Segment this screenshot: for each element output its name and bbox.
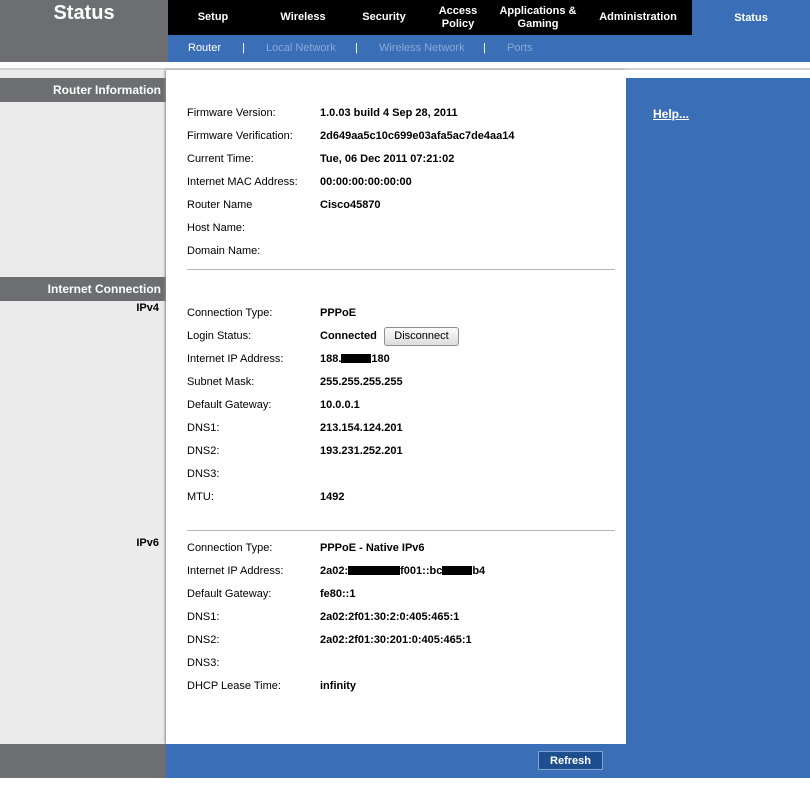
sub-nav: Router | Local Network | Wireless Networ… bbox=[168, 35, 692, 62]
label-ipv4: IPv4 bbox=[136, 302, 159, 314]
redaction-bar bbox=[442, 566, 473, 575]
ipv6-dns2-label: DNS2: bbox=[187, 634, 220, 646]
firmware-version-value: 1.0.03 build 4 Sep 28, 2011 bbox=[320, 107, 458, 119]
ipv6-ip-value: 2a02: f001::bc b4 bbox=[320, 565, 485, 577]
ipv4-dns2-label: DNS2: bbox=[187, 445, 220, 457]
nav-access-policy[interactable]: Access Policy bbox=[422, 0, 494, 35]
subnav-separator: | bbox=[242, 42, 245, 54]
mtu-label: MTU: bbox=[187, 491, 214, 503]
ipv4-connection-type-label: Connection Type: bbox=[187, 307, 273, 319]
ipv6-gateway-label: Default Gateway: bbox=[187, 588, 272, 600]
label-ipv6: IPv6 bbox=[136, 537, 159, 549]
firmware-version-label: Firmware Version: bbox=[187, 107, 276, 119]
help-link[interactable]: Help... bbox=[653, 107, 689, 121]
nav-status[interactable]: Status bbox=[692, 0, 810, 62]
subnav-separator: | bbox=[483, 42, 486, 54]
ipv4-dns1-value: 213.154.124.201 bbox=[320, 422, 403, 434]
ipv6-dns2-value: 2a02:2f01:30:201:0:405:465:1 bbox=[320, 634, 472, 646]
dhcp-lease-label: DHCP Lease Time: bbox=[187, 680, 281, 692]
page-title: Status bbox=[53, 2, 115, 24]
footer-left bbox=[0, 744, 166, 778]
nav-wireless[interactable]: Wireless bbox=[258, 0, 348, 35]
dhcp-lease-value: infinity bbox=[320, 680, 357, 692]
firmware-verification-value: 2d649aa5c10c699e03afa5ac7de4aa14 bbox=[320, 130, 515, 142]
nav-setup[interactable]: Setup bbox=[168, 0, 258, 35]
nav-security[interactable]: Security bbox=[348, 0, 420, 35]
current-time-value: Tue, 06 Dec 2011 07:21:02 bbox=[320, 153, 455, 165]
section-divider bbox=[187, 530, 615, 531]
ipv6-ip-part2: f001::bc bbox=[400, 565, 443, 577]
ipv4-ip-label: Internet IP Address: bbox=[187, 353, 284, 365]
mac-address-value: 00:00:00:00:00:00 bbox=[320, 176, 412, 188]
router-name-value: Cisco45870 bbox=[320, 199, 381, 211]
ipv6-ip-part3: b4 bbox=[472, 565, 486, 577]
footer-bar: Refresh bbox=[166, 744, 626, 778]
ipv4-connection-type-value: PPPoE bbox=[320, 307, 357, 319]
firmware-verification-label: Firmware Verification: bbox=[187, 130, 293, 142]
subnav-local-network[interactable]: Local Network bbox=[266, 42, 336, 54]
nav-administration[interactable]: Administration bbox=[586, 0, 690, 35]
ipv6-connection-type-value: PPPoE - Native IPv6 bbox=[320, 542, 425, 554]
subnav-separator: | bbox=[355, 42, 358, 54]
ipv6-gateway-value: fe80::1 bbox=[320, 588, 356, 600]
current-time-label: Current Time: bbox=[187, 153, 254, 165]
ipv6-ip-label: Internet IP Address: bbox=[187, 565, 284, 577]
domain-name-label: Domain Name: bbox=[187, 245, 261, 257]
nav-applications-gaming[interactable]: Applications & Gaming bbox=[494, 0, 582, 35]
main-content: Firmware Version: 1.0.03 build 4 Sep 28,… bbox=[166, 70, 626, 744]
ipv6-connection-type-label: Connection Type: bbox=[187, 542, 273, 554]
login-status-value: Connected bbox=[320, 330, 377, 342]
ipv6-dns1-value: 2a02:2f01:30:2:0:405:465:1 bbox=[320, 611, 460, 623]
subnav-router[interactable]: Router bbox=[188, 42, 221, 54]
ipv4-dns3-label: DNS3: bbox=[187, 468, 220, 480]
ipv4-ip-suffix: 180 bbox=[371, 353, 390, 365]
ipv4-ip-prefix: 188. bbox=[320, 353, 342, 365]
section-internet-connection: Internet Connection bbox=[0, 277, 166, 301]
ipv6-dns1-label: DNS1: bbox=[187, 611, 220, 623]
refresh-button[interactable]: Refresh bbox=[538, 751, 603, 770]
ipv4-dns2-value: 193.231.252.201 bbox=[320, 445, 403, 457]
header-title-area: Status bbox=[0, 0, 168, 62]
mtu-value: 1492 bbox=[320, 491, 345, 503]
login-status-label: Login Status: bbox=[187, 330, 252, 342]
redaction-bar bbox=[348, 566, 401, 575]
subnav-wireless-network[interactable]: Wireless Network bbox=[379, 42, 465, 54]
main-nav: Setup Wireless Security Access Policy Ap… bbox=[168, 0, 692, 35]
ipv4-ip-value: 188. 180 bbox=[320, 353, 390, 365]
ipv4-dns1-label: DNS1: bbox=[187, 422, 220, 434]
mac-address-label: Internet MAC Address: bbox=[187, 176, 298, 188]
redaction-bar bbox=[341, 354, 372, 363]
section-divider bbox=[187, 269, 615, 270]
subnet-mask-value: 255.255.255.255 bbox=[320, 376, 403, 388]
router-name-label: Router Name bbox=[187, 199, 253, 211]
nav-status-label: Status bbox=[734, 12, 768, 24]
ipv4-gateway-value: 10.0.0.1 bbox=[320, 399, 360, 411]
ipv4-gateway-label: Default Gateway: bbox=[187, 399, 272, 411]
status-page: Status Setup Wireless Security Access Po… bbox=[0, 0, 810, 790]
help-column: Help... bbox=[626, 78, 810, 778]
subnet-mask-label: Subnet Mask: bbox=[187, 376, 255, 388]
section-router-information: Router Information bbox=[0, 78, 166, 102]
host-name-label: Host Name: bbox=[187, 222, 246, 234]
right-column-gap bbox=[626, 70, 810, 78]
left-sidebar: Router Information Internet Connection I… bbox=[0, 70, 166, 744]
ipv6-dns3-label: DNS3: bbox=[187, 657, 220, 669]
ipv6-ip-part1: 2a02: bbox=[320, 565, 349, 577]
subnav-ports[interactable]: Ports bbox=[507, 42, 533, 54]
disconnect-button[interactable]: Disconnect bbox=[384, 327, 459, 346]
